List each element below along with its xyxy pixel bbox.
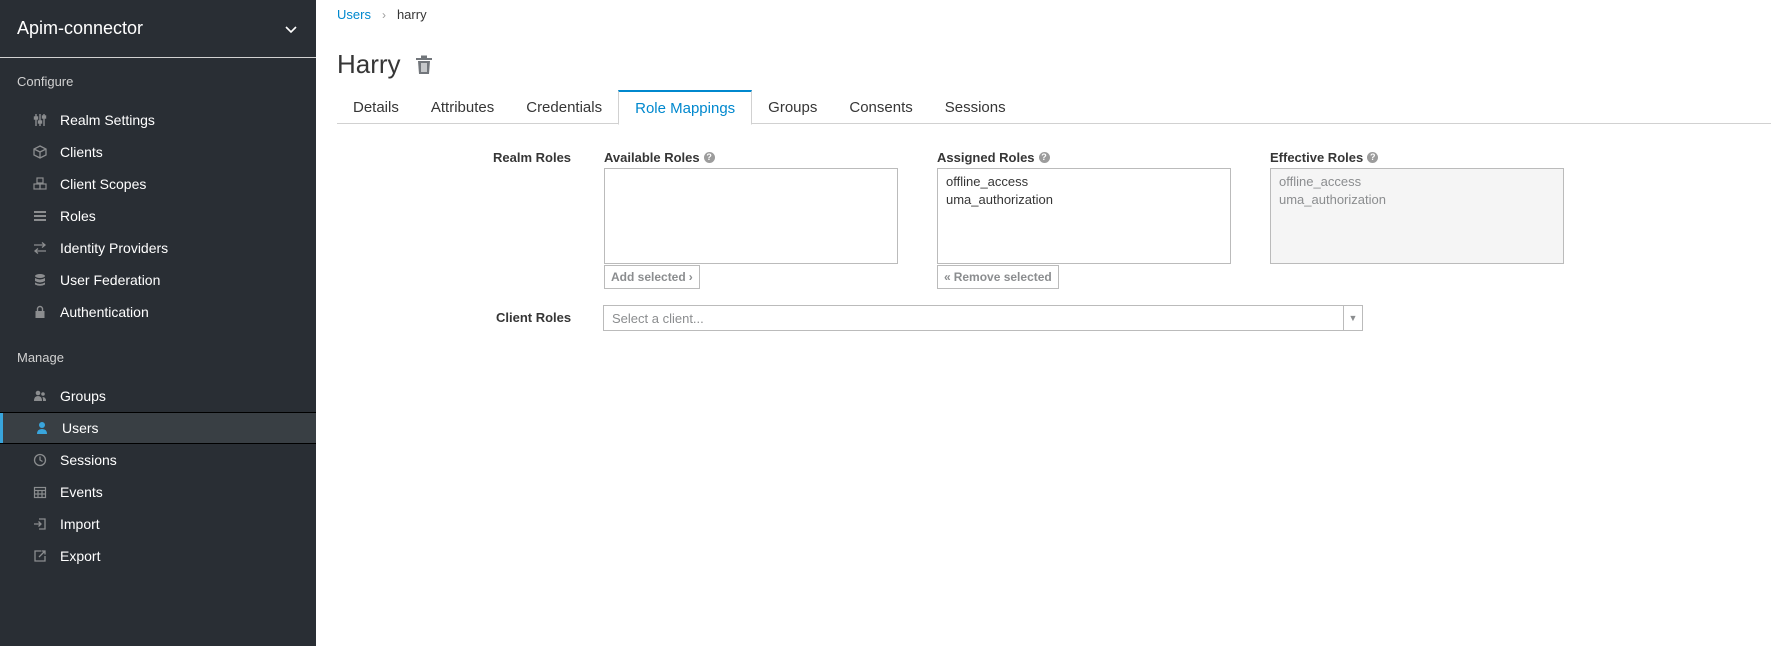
lock-icon	[32, 304, 48, 320]
available-roles-label: Available Roles ?	[604, 150, 715, 165]
realm-selector[interactable]: Apim-connector	[0, 0, 316, 58]
sidebar-item-user-federation[interactable]: User Federation	[0, 264, 316, 296]
tab-credentials[interactable]: Credentials	[510, 90, 618, 124]
sidebar-item-label: Roles	[60, 208, 96, 224]
realm-name: Apim-connector	[17, 18, 144, 38]
sidebar-item-label: Import	[60, 516, 100, 532]
import-icon	[32, 516, 48, 532]
assigned-roles-label-text: Assigned Roles	[937, 150, 1035, 165]
sidebar-item-export[interactable]: Export	[0, 540, 316, 572]
list-item[interactable]: uma_authorization	[946, 191, 1222, 209]
sidebar-item-events[interactable]: Events	[0, 476, 316, 508]
help-icon[interactable]: ?	[703, 152, 715, 163]
sidebar-item-label: User Federation	[60, 272, 161, 288]
breadcrumb: Users › harry	[337, 7, 427, 22]
sidebar-item-label: Authentication	[60, 304, 149, 320]
page-title: Harry	[337, 49, 433, 80]
sidebar-item-roles[interactable]: Roles	[0, 200, 316, 232]
chevron-right-icon: ›	[688, 270, 693, 284]
clock-icon	[32, 452, 48, 468]
export-icon	[32, 548, 48, 564]
help-icon[interactable]: ?	[1038, 152, 1050, 163]
main-content: Users › harry Harry Details Attributes C…	[316, 0, 1771, 646]
trash-icon[interactable]	[415, 55, 433, 75]
remove-selected-button[interactable]: « Remove selected	[937, 265, 1059, 289]
add-selected-label: Add selected	[611, 270, 686, 284]
sidebar-item-label: Events	[60, 484, 103, 500]
tab-attributes[interactable]: Attributes	[415, 90, 510, 124]
sidebar-item-label: Groups	[60, 388, 106, 404]
list-item: uma_authorization	[1279, 192, 1386, 207]
page-title-text: Harry	[337, 49, 401, 79]
configure-section-title: Configure	[17, 74, 74, 89]
exchange-icon	[32, 240, 48, 256]
sidebar-item-authentication[interactable]: Authentication	[0, 296, 316, 328]
sidebar-item-sessions[interactable]: Sessions	[0, 444, 316, 476]
client-select-placeholder: Select a client...	[612, 310, 704, 326]
client-roles-label: Client Roles	[496, 310, 572, 325]
sidebar-item-label: Identity Providers	[60, 240, 169, 256]
help-icon[interactable]: ?	[1367, 152, 1379, 163]
add-selected-button[interactable]: Add selected ›	[604, 265, 700, 289]
manage-section-title: Manage	[17, 350, 64, 365]
cube-icon	[32, 144, 48, 160]
sidebar-item-groups[interactable]: Groups	[0, 380, 316, 412]
sidebar-item-label: Client Scopes	[60, 176, 147, 192]
effective-roles-label-text: Effective Roles	[1270, 150, 1364, 165]
available-roles-listbox[interactable]	[604, 168, 898, 264]
breadcrumb-current: harry	[396, 7, 427, 22]
tab-sessions[interactable]: Sessions	[929, 90, 1022, 124]
realm-roles-label: Realm Roles	[493, 150, 572, 165]
tab-role-mappings[interactable]: Role Mappings	[618, 90, 753, 125]
user-icon	[34, 420, 50, 436]
users-icon	[32, 388, 48, 404]
double-chevron-left-icon: «	[944, 270, 951, 284]
remove-selected-label: Remove selected	[953, 270, 1052, 284]
sidebar-item-users[interactable]: Users	[0, 412, 316, 444]
list-item: offline_access	[1279, 174, 1362, 189]
sidebar-item-label: Realm Settings	[60, 112, 155, 128]
tab-details[interactable]: Details	[337, 90, 415, 124]
sidebar: Apim-connector Configure Realm Settings …	[0, 0, 316, 646]
sidebar-item-realm-settings[interactable]: Realm Settings	[0, 104, 316, 136]
sidebar-item-clients[interactable]: Clients	[0, 136, 316, 168]
effective-roles-listbox: offline_access uma_authorization	[1270, 168, 1564, 264]
sidebar-item-label: Sessions	[60, 452, 117, 468]
breadcrumb-separator: ›	[381, 7, 386, 22]
available-roles-label-text: Available Roles	[604, 150, 700, 165]
sliders-icon	[32, 112, 48, 128]
sidebar-item-label: Export	[60, 548, 101, 564]
calendar-icon	[32, 484, 48, 500]
database-icon	[32, 272, 48, 288]
assigned-roles-listbox[interactable]: offline_access uma_authorization	[937, 168, 1231, 264]
effective-roles-label: Effective Roles ?	[1270, 150, 1379, 165]
sidebar-item-import[interactable]: Import	[0, 508, 316, 540]
assigned-roles-label: Assigned Roles ?	[937, 150, 1050, 165]
sidebar-item-identity-providers[interactable]: Identity Providers	[0, 232, 316, 264]
list-item[interactable]: offline_access	[946, 173, 1222, 191]
tab-consents[interactable]: Consents	[833, 90, 928, 124]
tab-groups[interactable]: Groups	[752, 90, 833, 124]
sidebar-item-client-scopes[interactable]: Client Scopes	[0, 168, 316, 200]
user-tabs: Details Attributes Credentials Role Mapp…	[337, 90, 1771, 125]
cubes-icon	[32, 176, 48, 192]
sidebar-item-label: Clients	[60, 144, 103, 160]
client-select[interactable]: Select a client... ▼	[603, 305, 1363, 331]
chevron-down-icon	[285, 25, 297, 33]
list-icon	[32, 208, 48, 224]
caret-down-icon[interactable]: ▼	[1343, 306, 1362, 330]
sidebar-item-label: Users	[62, 420, 99, 436]
breadcrumb-users-link[interactable]: Users	[337, 7, 371, 22]
